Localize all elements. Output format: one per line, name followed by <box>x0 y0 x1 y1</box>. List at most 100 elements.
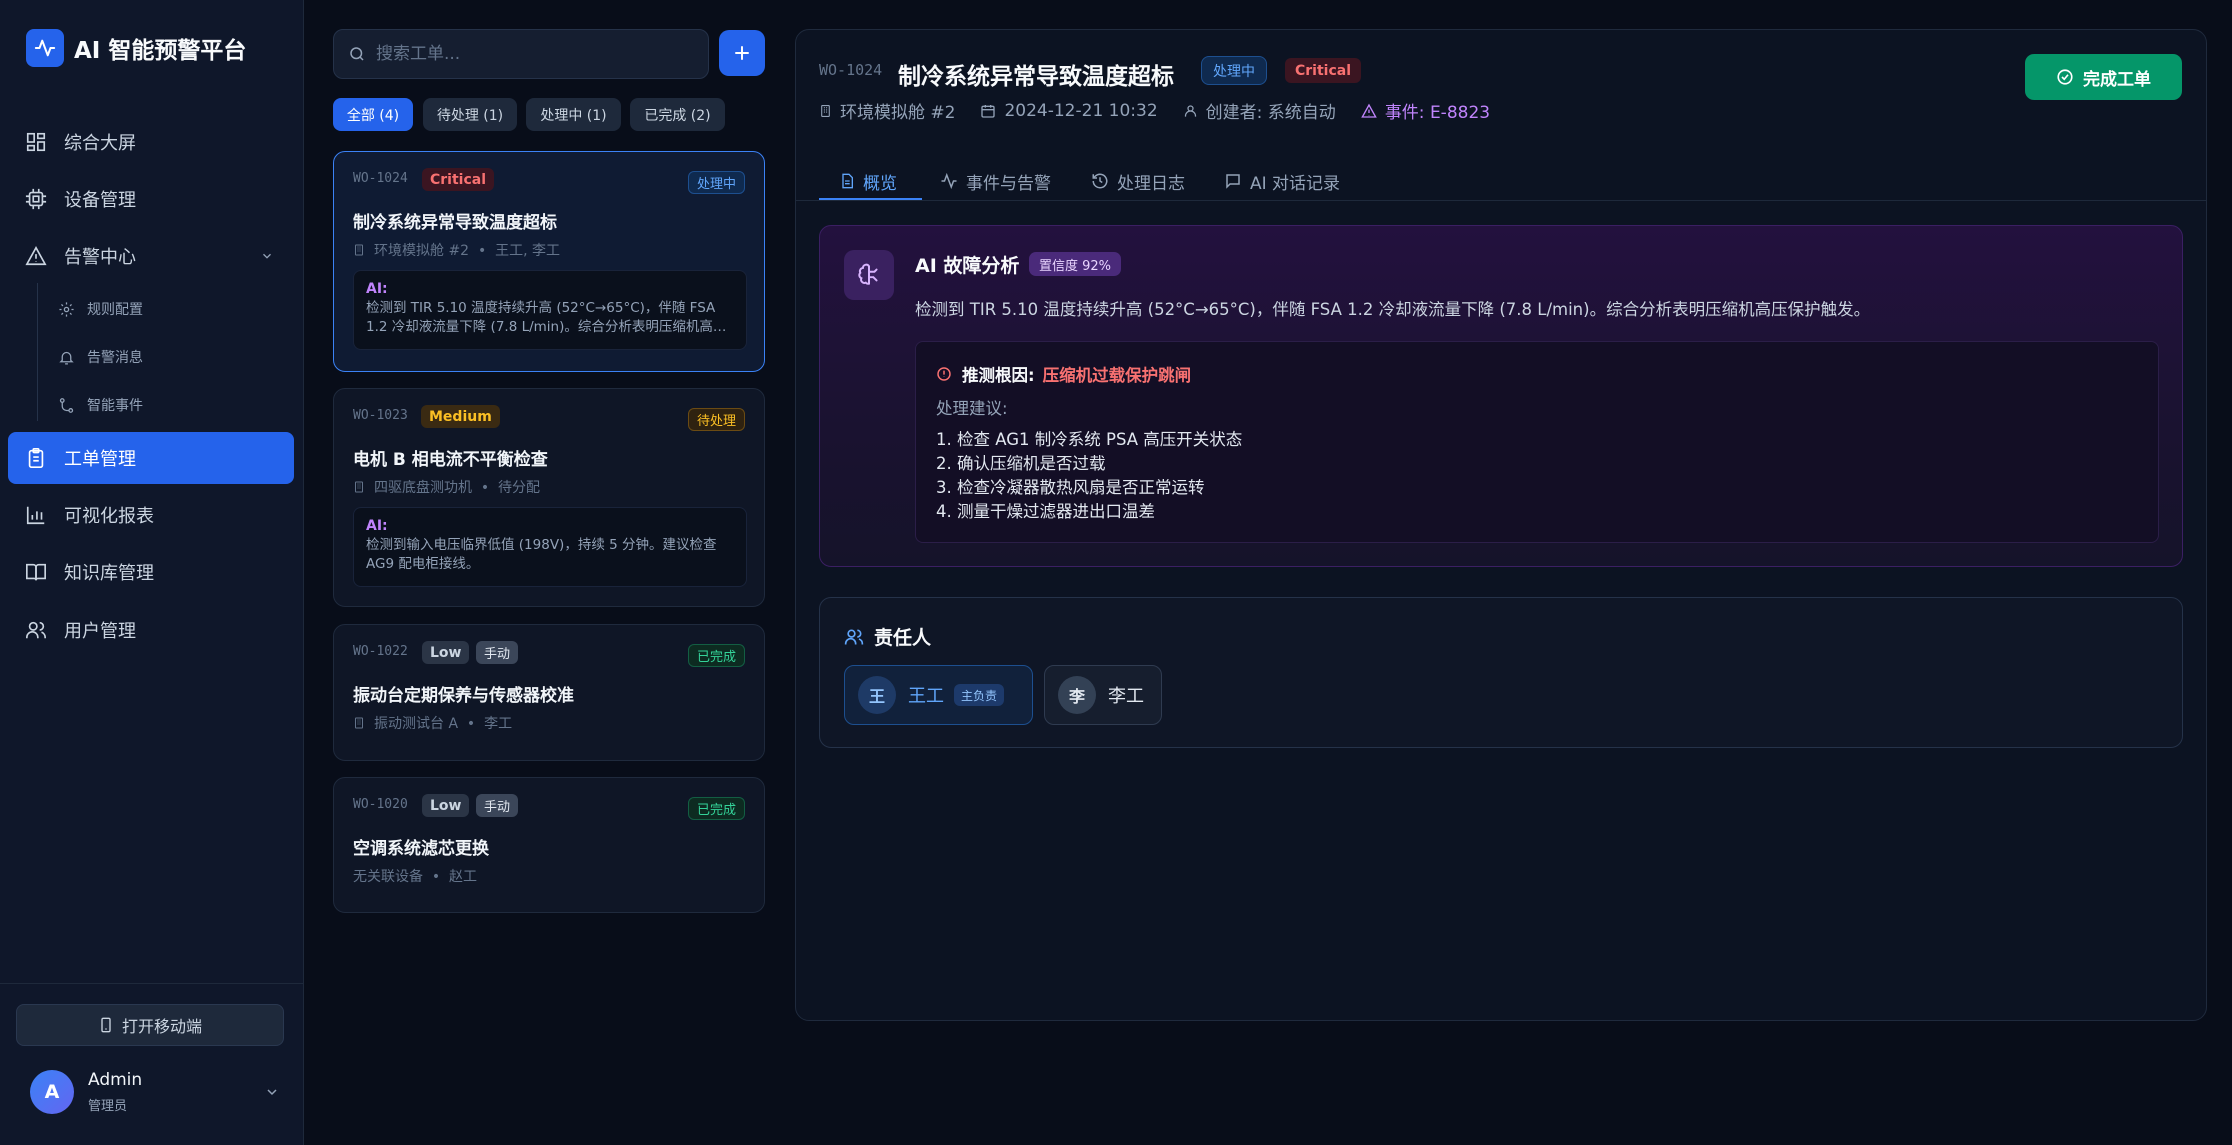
priority-badge: Medium <box>421 405 500 428</box>
workorder-card[interactable]: WO-1020 Low 手动 已完成 空调系统滤芯更换 无关联设备 • 赵工 <box>333 777 765 913</box>
workorder-id: WO-1024 <box>353 171 408 186</box>
sidebar-item-label: 用户管理 <box>64 621 136 642</box>
message-square-icon <box>1226 174 1240 189</box>
detail-id: WO-1024 <box>819 61 883 79</box>
plus-icon <box>735 46 749 60</box>
complete-workorder-button[interactable]: 完成工单 <box>2025 54 2182 100</box>
sidebar: AI 智能预警平台 综合大屏 设备管理 告警中心 规则配置 告警消息 智能事件 … <box>0 0 304 1145</box>
suggestion-item: 1. 检查 AG1 制冷系统 PSA 高压开关状态 <box>936 430 1243 449</box>
search-icon <box>350 47 364 61</box>
search-input[interactable] <box>376 44 676 64</box>
sidebar-item-label: 知识库管理 <box>64 563 154 584</box>
status-badge: 处理中 <box>687 171 745 194</box>
sidebar-subitem-label: 告警消息 <box>87 350 143 366</box>
activity-icon <box>941 172 957 190</box>
filter-done[interactable]: 已完成 (2) <box>630 98 725 131</box>
divider <box>796 200 2206 201</box>
workorder-title: 空调系统滤芯更换 <box>353 839 489 859</box>
tab-label: 处理日志 <box>1117 173 1185 194</box>
workorder-card[interactable]: WO-1023 Medium 待处理 电机 B 相电流不平衡检查 四驱底盘测功机… <box>333 388 765 607</box>
workorder-id: WO-1023 <box>353 408 408 423</box>
sidebar-item-alerts[interactable]: 告警中心 <box>8 230 294 282</box>
sidebar-item-knowledge[interactable]: 知识库管理 <box>8 546 294 598</box>
dashboard-icon <box>26 132 46 152</box>
building-icon <box>355 244 363 256</box>
brain-icon <box>844 250 894 300</box>
filter-processing[interactable]: 处理中 (1) <box>526 98 621 131</box>
sidebar-item-users[interactable]: 用户管理 <box>8 604 294 656</box>
sidebar-item-dashboard[interactable]: 综合大屏 <box>8 116 294 168</box>
file-text-icon <box>842 173 853 189</box>
tab-events[interactable]: 事件与告警 <box>940 161 1051 201</box>
workorder-meta-text: 无关联设备 • 赵工 <box>353 869 478 885</box>
sidebar-subitem-events[interactable]: 智能事件 <box>58 387 143 423</box>
tab-overview[interactable]: 概览 <box>839 161 897 201</box>
meta-creator: 创建者: 系统自动 <box>1183 98 1336 123</box>
ai-summary: 检测到输入电压临界低值 (198V)，持续 5 分钟。建议检查 AG9 配电柜接… <box>366 537 717 572</box>
open-mobile-button[interactable]: 打开移动端 <box>16 1004 284 1046</box>
search-box <box>333 29 709 79</box>
add-workorder-button[interactable] <box>719 30 765 76</box>
owner-name: 王工 <box>908 686 944 707</box>
filter-all[interactable]: 全部 (4) <box>333 98 413 131</box>
avatar: 王 <box>858 676 896 714</box>
ai-analysis-title: AI 故障分析 <box>915 255 1020 277</box>
sidebar-subitem-label: 智能事件 <box>87 398 143 414</box>
ai-analysis-panel: AI 故障分析 置信度 92% 检测到 TIR 5.10 温度持续升高 (52°… <box>819 225 2183 567</box>
workorder-meta: 振动测试台 A • 李工 <box>353 713 512 733</box>
workorder-meta-text: 环境模拟舱 #2 • 王工, 李工 <box>374 243 561 259</box>
sidebar-item-label: 告警中心 <box>64 247 136 268</box>
owner-chip[interactable]: 李 李工 <box>1044 665 1162 725</box>
root-cause-value: 压缩机过载保护跳闸 <box>1042 366 1192 385</box>
filter-pending[interactable]: 待处理 (1) <box>423 98 517 131</box>
workorder-meta: 无关联设备 • 赵工 <box>353 866 477 886</box>
workorder-meta: 环境模拟舱 #2 • 王工, 李工 <box>353 240 560 260</box>
priority-badge: Critical <box>1285 58 1362 83</box>
suggestion-item: 2. 确认压缩机是否过载 <box>936 454 1106 473</box>
priority-badge: Low <box>422 641 470 664</box>
owner-chip[interactable]: 王 王工 主负责 <box>844 665 1033 725</box>
status-badge: 处理中 <box>1201 56 1267 85</box>
sidebar-subitem-rules[interactable]: 规则配置 <box>58 291 143 327</box>
status-badge: 已完成 <box>687 797 745 820</box>
owners-panel: 责任人 王 王工 主负责 李 李工 <box>819 597 2183 748</box>
workorder-card[interactable]: WO-1024 Critical 处理中 制冷系统异常导致温度超标 环境模拟舱 … <box>333 151 765 372</box>
workorder-card[interactable]: WO-1022 Low 手动 已完成 振动台定期保养与传感器校准 振动测试台 A… <box>333 624 765 761</box>
app-logo[interactable]: AI 智能预警平台 <box>26 29 246 67</box>
avatar: A <box>30 1070 74 1114</box>
tab-label: 事件与告警 <box>966 173 1051 194</box>
check-circle-icon <box>2057 69 2073 85</box>
confidence-badge: 置信度 92% <box>1029 252 1122 276</box>
owners-title: 责任人 <box>844 623 931 650</box>
history-icon <box>1092 173 1108 189</box>
root-cause: 推测根因: 压缩机过载保护跳闸 <box>936 362 1191 386</box>
workorder-id: WO-1022 <box>353 644 408 659</box>
tab-logs[interactable]: 处理日志 <box>1091 161 1185 201</box>
user-role: 管理员 <box>88 1099 128 1114</box>
workorder-title: 电机 B 相电流不平衡检查 <box>353 450 548 470</box>
divider <box>0 983 303 984</box>
sidebar-item-workorders[interactable]: 工单管理 <box>8 432 294 484</box>
sidebar-item-label: 可视化报表 <box>64 506 154 527</box>
sidebar-item-devices[interactable]: 设备管理 <box>8 173 294 225</box>
cpu-icon <box>25 188 47 210</box>
sidebar-item-label: 设备管理 <box>64 190 136 211</box>
sidebar-item-reports[interactable]: 可视化报表 <box>8 489 294 541</box>
status-badge: 待处理 <box>687 408 745 431</box>
alert-triangle-icon <box>1361 103 1377 118</box>
sidebar-subitem-messages[interactable]: 告警消息 <box>58 339 143 375</box>
user-menu[interactable]: A Admin 管理员 <box>30 1070 280 1114</box>
user-icon <box>1184 104 1196 117</box>
building-icon <box>355 481 363 493</box>
sidebar-item-label: 工单管理 <box>64 449 136 470</box>
tab-label: AI 对话记录 <box>1250 173 1341 194</box>
tab-ai-chat[interactable]: AI 对话记录 <box>1224 161 1340 201</box>
meta-event-link[interactable]: 事件: E-8823 <box>1361 98 1490 123</box>
meta-event-text: 事件: E-8823 <box>1384 103 1491 123</box>
meta-device-text: 环境模拟舱 #2 <box>840 103 956 123</box>
tab-label: 概览 <box>863 173 897 194</box>
suggestion-item: 4. 测量干燥过滤器进出口温差 <box>936 502 1155 521</box>
ai-summary: 检测到 TIR 5.10 温度持续升高 (52°C→65°C)，伴随 FSA 1… <box>366 300 727 335</box>
ai-summary-box: AI: 检测到输入电压临界低值 (198V)，持续 5 分钟。建议检查 AG9 … <box>353 507 747 587</box>
activity-icon <box>26 29 64 67</box>
